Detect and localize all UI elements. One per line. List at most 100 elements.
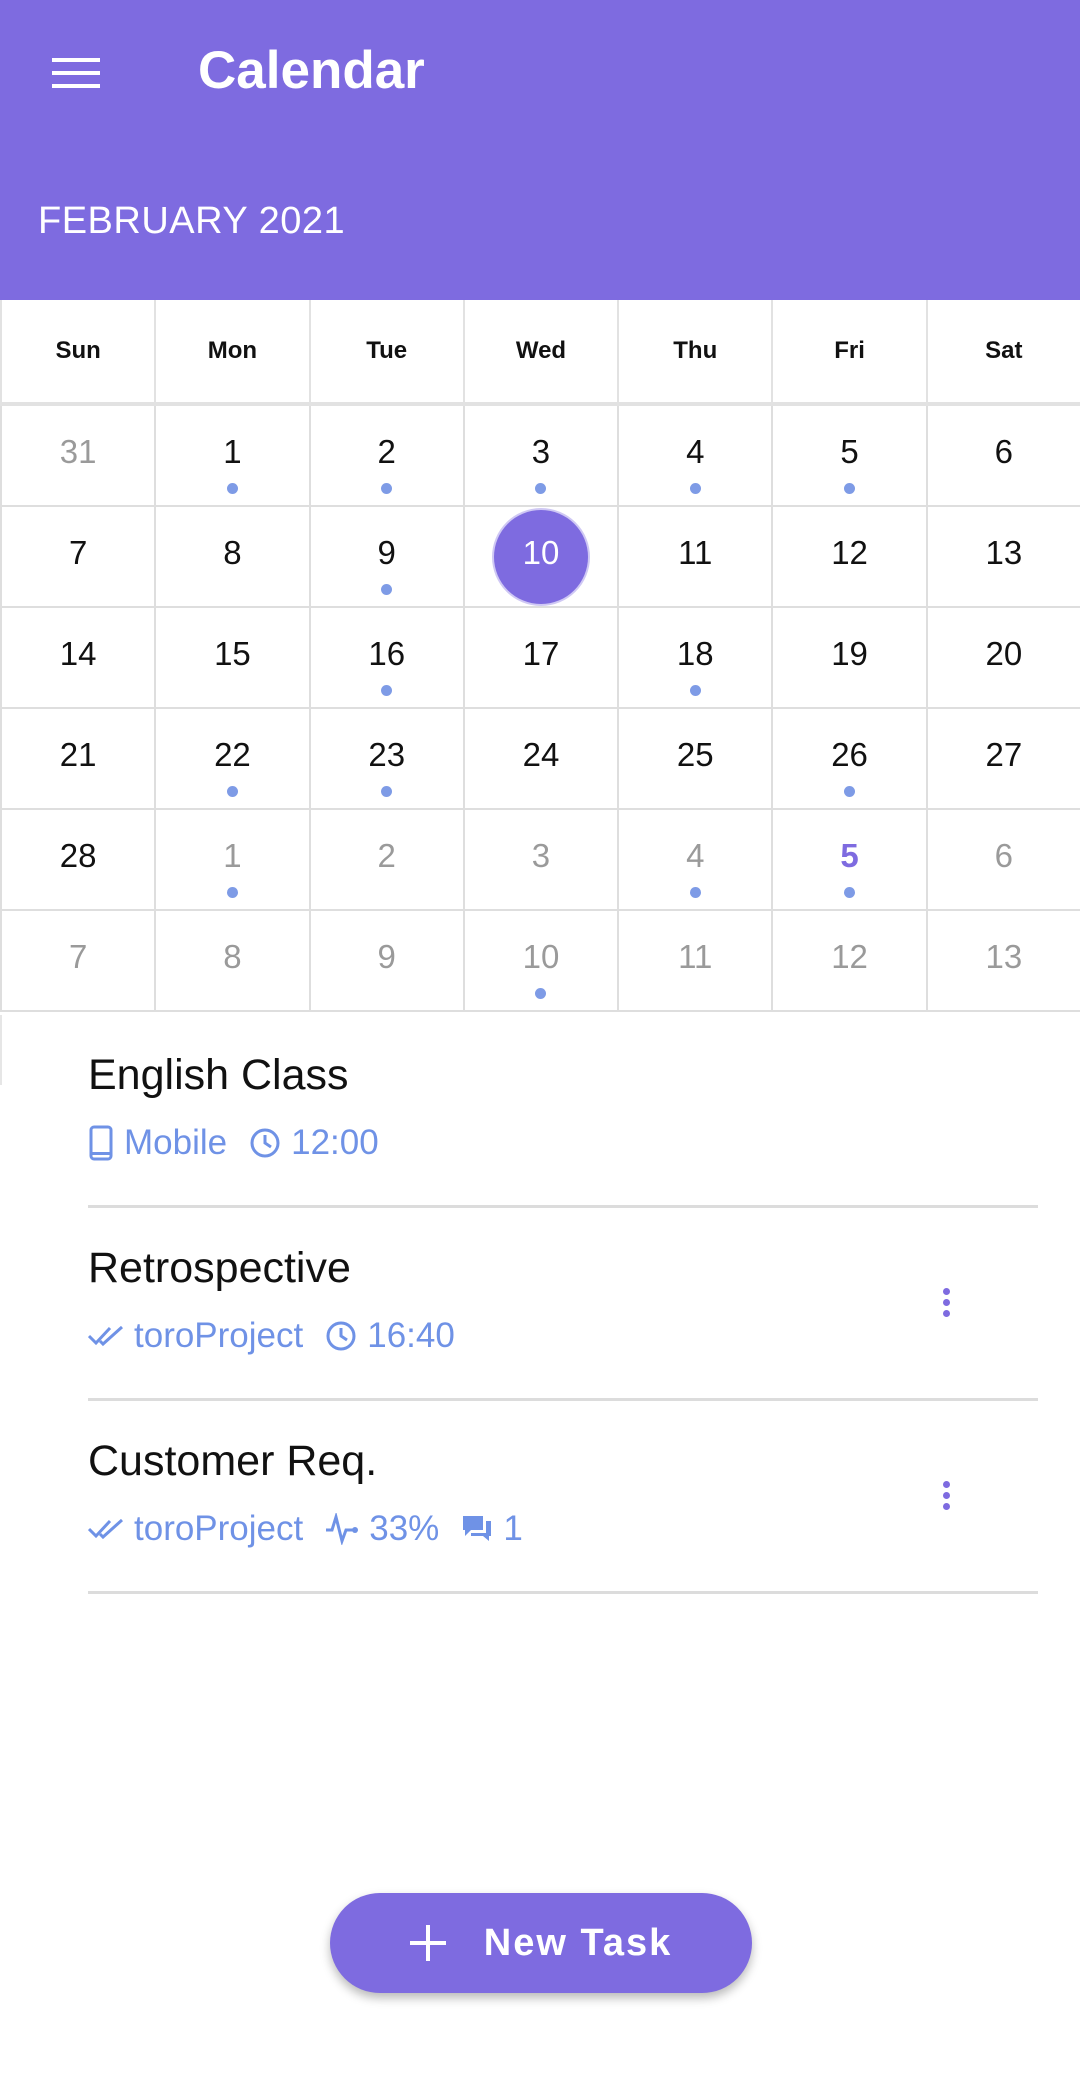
new-task-button[interactable]: New Task <box>330 1893 752 1993</box>
task-meta-text: toroProject <box>134 1316 304 1355</box>
weekday-fri: Fri <box>771 300 925 402</box>
day-cell[interactable]: 12 <box>771 507 926 608</box>
day-cell[interactable]: 3 <box>462 810 618 911</box>
day-number: 15 <box>214 634 251 672</box>
day-number: 7 <box>68 533 88 571</box>
day-cell[interactable]: 1 <box>154 810 309 911</box>
task-meta: toroProject 16:40 <box>88 1316 477 1356</box>
day-cell[interactable]: 7 <box>0 911 155 1012</box>
day-cell[interactable]: 25 <box>617 709 772 810</box>
day-cell[interactable]: 20 <box>925 608 1080 709</box>
task-meta-text: 16:40 <box>367 1316 455 1355</box>
day-number: 10 <box>522 937 560 975</box>
day-cell[interactable]: 1 <box>154 406 309 507</box>
task-meta-text: toroProject <box>134 1509 304 1548</box>
day-number: 3 <box>531 432 551 470</box>
day-cell-selected[interactable]: 10 <box>462 507 618 608</box>
day-cell[interactable]: 8 <box>154 507 309 608</box>
day-cell[interactable]: 13 <box>925 911 1080 1012</box>
new-task-label: New Task <box>483 1921 673 1964</box>
day-cell[interactable]: 6 <box>925 810 1080 911</box>
day-number: 23 <box>368 735 406 773</box>
task-item[interactable]: English Class Mobile 12:00 <box>88 1015 1038 1208</box>
day-number: 14 <box>59 634 97 672</box>
task-meta-item: toroProject <box>88 1316 303 1356</box>
event-dot <box>689 483 701 494</box>
day-cell[interactable]: 2 <box>308 406 463 507</box>
event-dot <box>226 786 238 797</box>
calendar-grid: 31 1 2 3 4 5 6 7 8 9 10 11 12 13 14 15 16 17 18 19 20 21 22 23 2… <box>0 406 1080 1012</box>
day-cell[interactable]: 24 <box>462 709 618 810</box>
day-cell[interactable]: 7 <box>0 507 155 608</box>
day-cell[interactable]: 28 <box>0 810 155 911</box>
day-cell[interactable]: 2 <box>308 810 463 911</box>
day-cell[interactable]: 31 <box>0 406 155 507</box>
more-options-icon[interactable] <box>934 1477 958 1517</box>
task-meta-text: Mobile <box>124 1123 228 1162</box>
day-number: 5 <box>840 432 859 470</box>
day-cell[interactable]: 16 <box>308 608 463 709</box>
weekday-tue: Tue <box>308 300 463 402</box>
day-cell[interactable]: 4 <box>617 810 772 911</box>
day-cell[interactable]: 19 <box>771 608 926 709</box>
task-meta-item: Mobile <box>88 1123 227 1163</box>
task-meta-item: 16:40 <box>325 1316 455 1356</box>
day-number: 8 <box>223 533 242 571</box>
double-check-icon <box>88 1517 134 1541</box>
divider <box>0 1015 2 1085</box>
day-cell[interactable]: 6 <box>925 406 1080 507</box>
day-cell[interactable]: 23 <box>308 709 463 810</box>
task-title: Customer Req. <box>88 1437 378 1485</box>
day-cell[interactable]: 11 <box>617 507 772 608</box>
day-cell[interactable]: 14 <box>0 608 155 709</box>
day-cell[interactable]: 9 <box>308 507 463 608</box>
day-cell[interactable]: 3 <box>462 406 618 507</box>
more-options-icon[interactable] <box>934 1284 958 1324</box>
weekday-mon: Mon <box>154 300 308 402</box>
day-cell[interactable]: 22 <box>154 709 309 810</box>
day-cell[interactable]: 8 <box>154 911 309 1012</box>
event-dot <box>689 685 701 696</box>
day-number: 6 <box>994 432 1013 470</box>
day-cell[interactable]: 4 <box>617 406 772 507</box>
task-meta-text: 1 <box>503 1509 523 1548</box>
day-number: 11 <box>678 937 713 975</box>
day-cell[interactable]: 12 <box>771 911 926 1012</box>
day-number: 9 <box>377 533 396 571</box>
day-cell[interactable]: 13 <box>925 507 1080 608</box>
day-cell[interactable]: 11 <box>617 911 772 1012</box>
task-meta: toroProject 33% 1 <box>88 1509 545 1549</box>
day-cell[interactable]: 15 <box>154 608 309 709</box>
day-number: 17 <box>522 634 560 672</box>
menu-button[interactable] <box>36 42 116 104</box>
day-number: 4 <box>686 432 705 470</box>
event-dot <box>381 483 393 494</box>
task-meta-item: 1 <box>461 1509 523 1549</box>
task-item[interactable]: Customer Req. toroProject 33% 1 <box>88 1401 1038 1594</box>
day-cell[interactable]: 5 <box>771 810 926 911</box>
day-number: 10 <box>522 533 560 571</box>
day-cell[interactable]: 5 <box>771 406 926 507</box>
event-dot <box>381 685 393 696</box>
event-dot <box>535 988 547 999</box>
day-number: 1 <box>223 836 242 874</box>
day-cell[interactable]: 17 <box>462 608 618 709</box>
day-number: 19 <box>831 634 868 672</box>
day-cell[interactable]: 21 <box>0 709 155 810</box>
day-number: 28 <box>59 836 97 874</box>
day-number: 22 <box>214 735 251 773</box>
day-cell[interactable]: 27 <box>925 709 1080 810</box>
task-item[interactable]: Retrospective toroProject 16:40 <box>88 1208 1038 1401</box>
task-meta-text: 33% <box>369 1509 440 1548</box>
day-number: 24 <box>522 735 560 773</box>
menu-icon <box>52 58 100 88</box>
day-cell[interactable]: 9 <box>308 911 463 1012</box>
event-dot <box>844 887 856 898</box>
day-number: 4 <box>686 836 705 874</box>
day-cell[interactable]: 10 <box>462 911 618 1012</box>
day-cell[interactable]: 26 <box>771 709 926 810</box>
day-number: 21 <box>59 735 97 773</box>
day-cell[interactable]: 18 <box>617 608 772 709</box>
day-number: 9 <box>377 937 396 975</box>
day-number: 2 <box>377 836 396 874</box>
